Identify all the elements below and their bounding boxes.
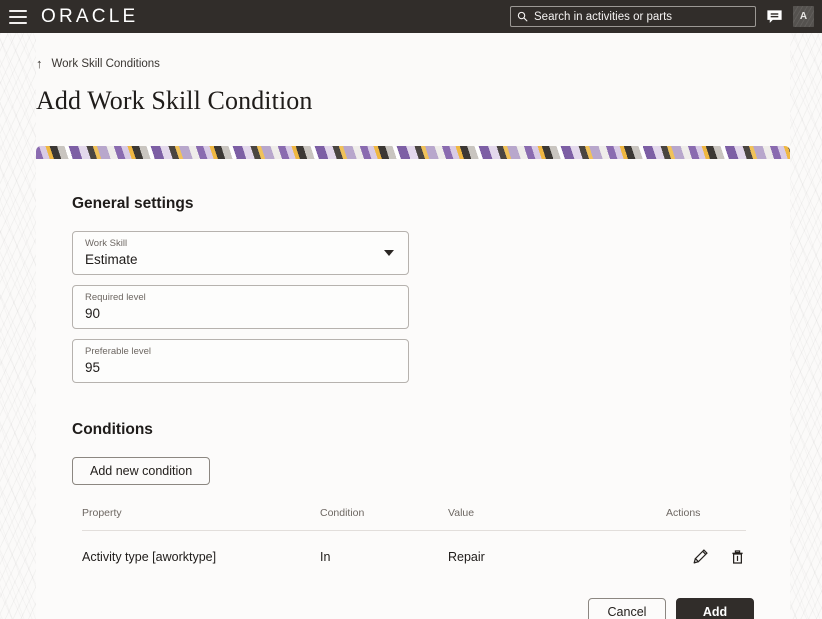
conditions-table: Property Condition Value Actions Activit… [82,507,746,566]
required-level-value: 90 [85,306,101,321]
add-new-condition-button[interactable]: Add new condition [72,457,211,485]
table-row: Activity type [aworktype] In Repair [82,531,746,567]
message-bubble-icon[interactable] [765,7,784,26]
column-header-property: Property [82,507,320,531]
search-box[interactable] [510,6,756,27]
work-skill-label: Work Skill [85,238,128,249]
card-body: General settings Work Skill Estimate Req… [36,159,790,619]
search-icon [517,11,528,22]
table-header-row: Property Condition Value Actions [82,507,746,531]
work-skill-value: Estimate [85,252,138,267]
column-header-value: Value [448,507,666,531]
row-action-buttons [666,548,746,566]
search-input[interactable] [534,10,749,23]
card-footer: Cancel Add [36,598,754,619]
cell-property: Activity type [aworktype] [82,550,217,564]
page-title: Add Work Skill Condition [36,86,313,115]
column-header-condition: Condition [320,507,448,531]
topbar-actions: A [510,6,814,27]
top-navigation-bar: ORACLE A [0,0,822,33]
required-level-field[interactable]: Required level 90 [72,285,409,329]
chevron-down-icon[interactable] [384,250,394,256]
page-header: ↑ Work Skill Conditions Add Work Skill C… [0,33,822,116]
pencil-icon[interactable] [692,548,709,566]
preferable-level-label: Preferable level [85,346,152,357]
general-settings-fields: Work Skill Estimate Required level 90 Pr… [72,231,790,383]
user-avatar[interactable]: A [793,6,814,27]
trash-icon[interactable] [729,548,746,566]
conditions-heading: Conditions [72,421,153,438]
up-arrow-icon: ↑ [36,56,43,71]
hamburger-menu-icon[interactable] [9,9,27,24]
cancel-button[interactable]: Cancel [588,598,666,619]
breadcrumb-label: Work Skill Conditions [51,57,160,70]
oracle-logo: ORACLE [41,6,139,27]
add-button[interactable]: Add [676,598,754,619]
decorative-banner-strip [36,146,790,159]
required-level-label: Required level [85,292,146,303]
preferable-level-value: 95 [85,360,101,375]
general-settings-heading: General settings [72,195,194,212]
preferable-level-field[interactable]: Preferable level 95 [72,339,409,383]
cell-condition: In [320,550,331,564]
column-header-actions: Actions [666,507,746,531]
add-work-skill-condition-card: General settings Work Skill Estimate Req… [36,146,790,619]
work-skill-select[interactable]: Work Skill Estimate [72,231,409,275]
cell-value: Repair [448,550,485,564]
cell-actions [666,531,746,567]
breadcrumb[interactable]: ↑ Work Skill Conditions [36,57,160,70]
